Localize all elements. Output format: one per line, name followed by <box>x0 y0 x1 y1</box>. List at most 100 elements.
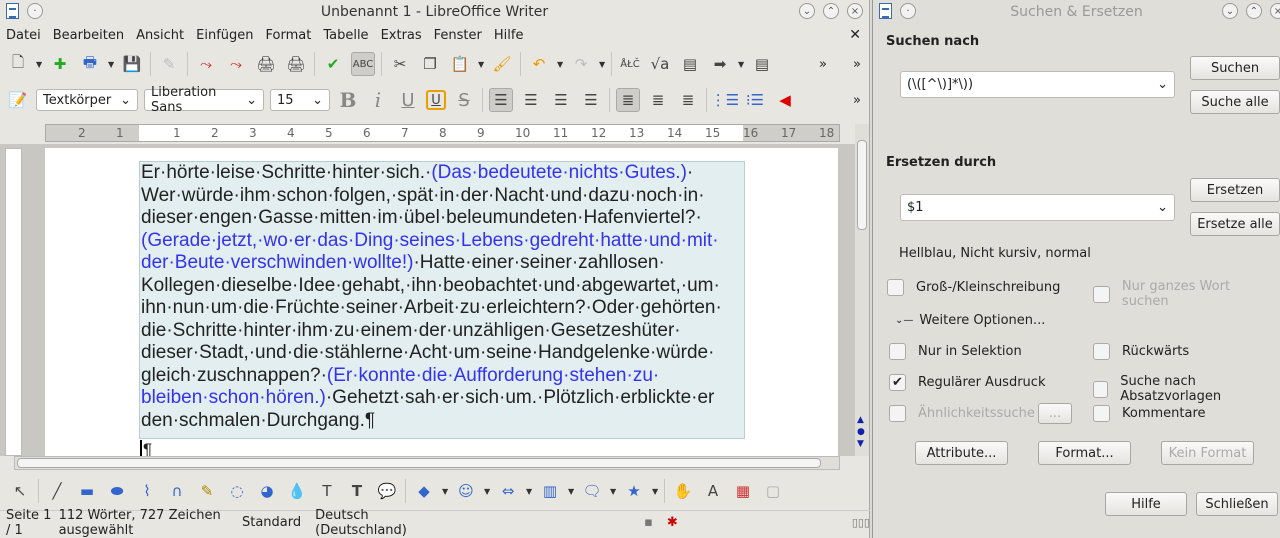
curve-icon[interactable]: ∩ <box>165 479 189 503</box>
find-replace-icon[interactable]: ÅŁČ <box>618 52 642 76</box>
redo-icon[interactable]: ↷ <box>569 52 593 76</box>
callout-icon[interactable]: 💬 <box>375 479 399 503</box>
line-spacing-2-icon[interactable]: ≣ <box>676 88 700 112</box>
arc-icon[interactable]: ◌ <box>225 479 249 503</box>
dropdown-arrow-icon[interactable]: ▼ <box>599 60 605 69</box>
font-name-select[interactable]: Liberation Sans ⌄ <box>144 85 264 115</box>
comments-checkbox[interactable]: Kommentare <box>1093 405 1206 422</box>
rectangle-icon[interactable]: ▬ <box>75 479 99 503</box>
line-icon[interactable]: ╱ <box>45 479 69 503</box>
bold-icon[interactable]: B <box>336 88 360 112</box>
print-direct-icon[interactable]: 🖨 <box>254 52 278 76</box>
freeform-icon[interactable]: ✎ <box>195 479 219 503</box>
paragraph-styles-checkbox[interactable]: Suche nach Absatzvorlagen <box>1093 374 1280 404</box>
toolbar-overflow-icon[interactable]: » <box>853 57 861 72</box>
chevron-down-icon[interactable]: ⌄ <box>1157 200 1168 215</box>
attributes-button[interactable]: Attribute... <box>915 441 1008 465</box>
text-selection[interactable]: Er·hörte·leise·Schritte·hinter·sich.·(Da… <box>139 161 745 439</box>
align-right-icon[interactable]: ☰ <box>549 88 573 112</box>
export-pdf-icon[interactable]: ⤳ <box>194 52 218 76</box>
selection-mode-icon[interactable]: ▪ <box>644 515 653 530</box>
checkbox-box[interactable] <box>887 279 904 296</box>
numbering-icon[interactable]: ⋮☰ <box>711 88 739 112</box>
checkbox-box[interactable] <box>1093 285 1110 303</box>
replace-button[interactable]: Ersetzen <box>1190 178 1280 202</box>
select-icon[interactable]: ↖ <box>8 479 32 503</box>
more-options-expander[interactable]: ⌄— Weitere Optionen... <box>895 313 1045 328</box>
save-icon[interactable]: 💾 <box>120 52 144 76</box>
new-document-icon[interactable]: 🗋 <box>6 52 30 76</box>
similarity-options-button[interactable]: ... <box>1038 403 1072 424</box>
basic-shapes-icon[interactable]: ◆ <box>412 479 436 503</box>
extrusion-icon[interactable]: ▢ <box>761 479 785 503</box>
checkbox-box[interactable] <box>1093 343 1110 360</box>
gallery-icon[interactable]: ➡ <box>708 52 732 76</box>
minimize-button[interactable]: ⌄ <box>1222 3 1238 19</box>
decrease-indent-icon[interactable]: ◀ <box>773 88 797 112</box>
selection-only-checkbox[interactable]: Nur in Selektion <box>889 343 1022 360</box>
horizontal-ruler[interactable]: 2 1 1 2 3 4 5 6 7 8 9 10 11 12 13 14 15 16 17 18 <box>45 124 840 142</box>
new-template-icon[interactable]: ✚ <box>48 52 72 76</box>
spellcheck-icon[interactable]: ✔ <box>321 52 345 76</box>
checkbox-box[interactable] <box>1093 405 1110 422</box>
horizontal-scrollbar[interactable] <box>14 456 840 470</box>
print-preview-icon[interactable]: 🖨 <box>284 52 308 76</box>
italic-icon[interactable]: i <box>366 88 390 112</box>
dropdown-arrow-icon[interactable]: ▼ <box>568 487 574 496</box>
symbol-shapes-icon[interactable]: ☺ <box>454 479 478 503</box>
maximize-button[interactable]: ⌃ <box>1246 3 1262 19</box>
block-arrows-icon[interactable]: ⇔ <box>496 479 520 503</box>
view-layout-icon[interactable]: ▯▯▯ <box>852 516 870 529</box>
backwards-checkbox[interactable]: Rückwärts <box>1093 343 1189 360</box>
window-menu-button[interactable]: · <box>900 3 916 19</box>
edit-icon[interactable]: ✎ <box>157 52 181 76</box>
justify-icon[interactable]: ☰ <box>579 88 603 112</box>
window-menu-button[interactable]: · <box>27 3 43 19</box>
menu-item-hilfe[interactable]: Hilfe <box>494 28 524 43</box>
paste-icon[interactable]: 📋 <box>448 52 472 76</box>
datasource-icon[interactable]: ▤ <box>750 52 774 76</box>
close-dialog-button[interactable]: Schließen <box>1196 492 1278 516</box>
checkbox-box[interactable] <box>889 343 906 360</box>
toolbar-overflow-icon[interactable]: » <box>819 57 827 72</box>
bullets-icon[interactable]: ⁝☰ <box>743 88 767 112</box>
menu-item-datei[interactable]: Datei <box>6 28 41 43</box>
stars-icon[interactable]: ★ <box>622 479 646 503</box>
close-document-icon[interactable]: ✕ <box>849 27 861 43</box>
vertical-text-icon[interactable]: T <box>345 479 369 503</box>
language[interactable]: Deutsch (Deutschland) <box>315 508 420 538</box>
search-all-button[interactable]: Suche alle <box>1190 90 1280 114</box>
formula-icon[interactable]: √a <box>648 52 672 76</box>
replace-input[interactable]: $1 ⌄ <box>900 194 1175 221</box>
page-style[interactable]: Standard <box>242 515 301 530</box>
line-spacing-1-icon[interactable]: ≣ <box>616 88 640 112</box>
minimize-button[interactable]: ⌄ <box>799 3 815 19</box>
dropdown-arrow-icon[interactable]: ▼ <box>36 60 42 69</box>
search-button[interactable]: Suchen <box>1190 56 1280 80</box>
whole-word-checkbox[interactable]: Nur ganzes Wort suchen <box>1093 279 1280 309</box>
dropdown-arrow-icon[interactable]: ▼ <box>442 487 448 496</box>
autospellcheck-icon[interactable]: ABC <box>351 52 375 76</box>
checkmark-icon[interactable]: ✔ <box>889 374 906 391</box>
navigator-icon[interactable]: ▤ <box>678 52 702 76</box>
vertical-ruler[interactable] <box>5 148 22 456</box>
pie-icon[interactable]: ◕ <box>255 479 279 503</box>
chevron-down-icon[interactable]: ⌄ <box>1157 77 1168 92</box>
undo-icon[interactable]: ↶ <box>527 52 551 76</box>
checkbox-box[interactable] <box>889 405 906 422</box>
no-format-button[interactable]: Kein Format <box>1161 441 1254 465</box>
search-input[interactable]: (\([^\)]*\)) ⌄ <box>900 71 1175 98</box>
replace-all-button[interactable]: Ersetze alle <box>1190 212 1280 236</box>
dropdown-arrow-icon[interactable]: ▼ <box>557 60 563 69</box>
text-icon[interactable]: T <box>315 479 339 503</box>
regex-checkbox[interactable]: ✔ Regulärer Ausdruck <box>889 374 1045 391</box>
dropdown-arrow-icon[interactable]: ▼ <box>478 60 484 69</box>
menu-item-extras[interactable]: Extras <box>381 28 422 43</box>
paragraph-style-select[interactable]: Textkörper ⌄ <box>36 89 138 111</box>
font-size-select[interactable]: 15 ⌄ <box>270 89 330 111</box>
clone-format-icon[interactable]: 🖌 <box>490 52 514 76</box>
menu-item-fenster[interactable]: Fenster <box>434 28 482 43</box>
menu-item-bearbeiten[interactable]: Bearbeiten <box>53 28 124 43</box>
page[interactable]: Er·hörte·leise·Schritte·hinter·sich.·(Da… <box>45 148 838 460</box>
dropdown-arrow-icon[interactable]: ▼ <box>484 487 490 496</box>
